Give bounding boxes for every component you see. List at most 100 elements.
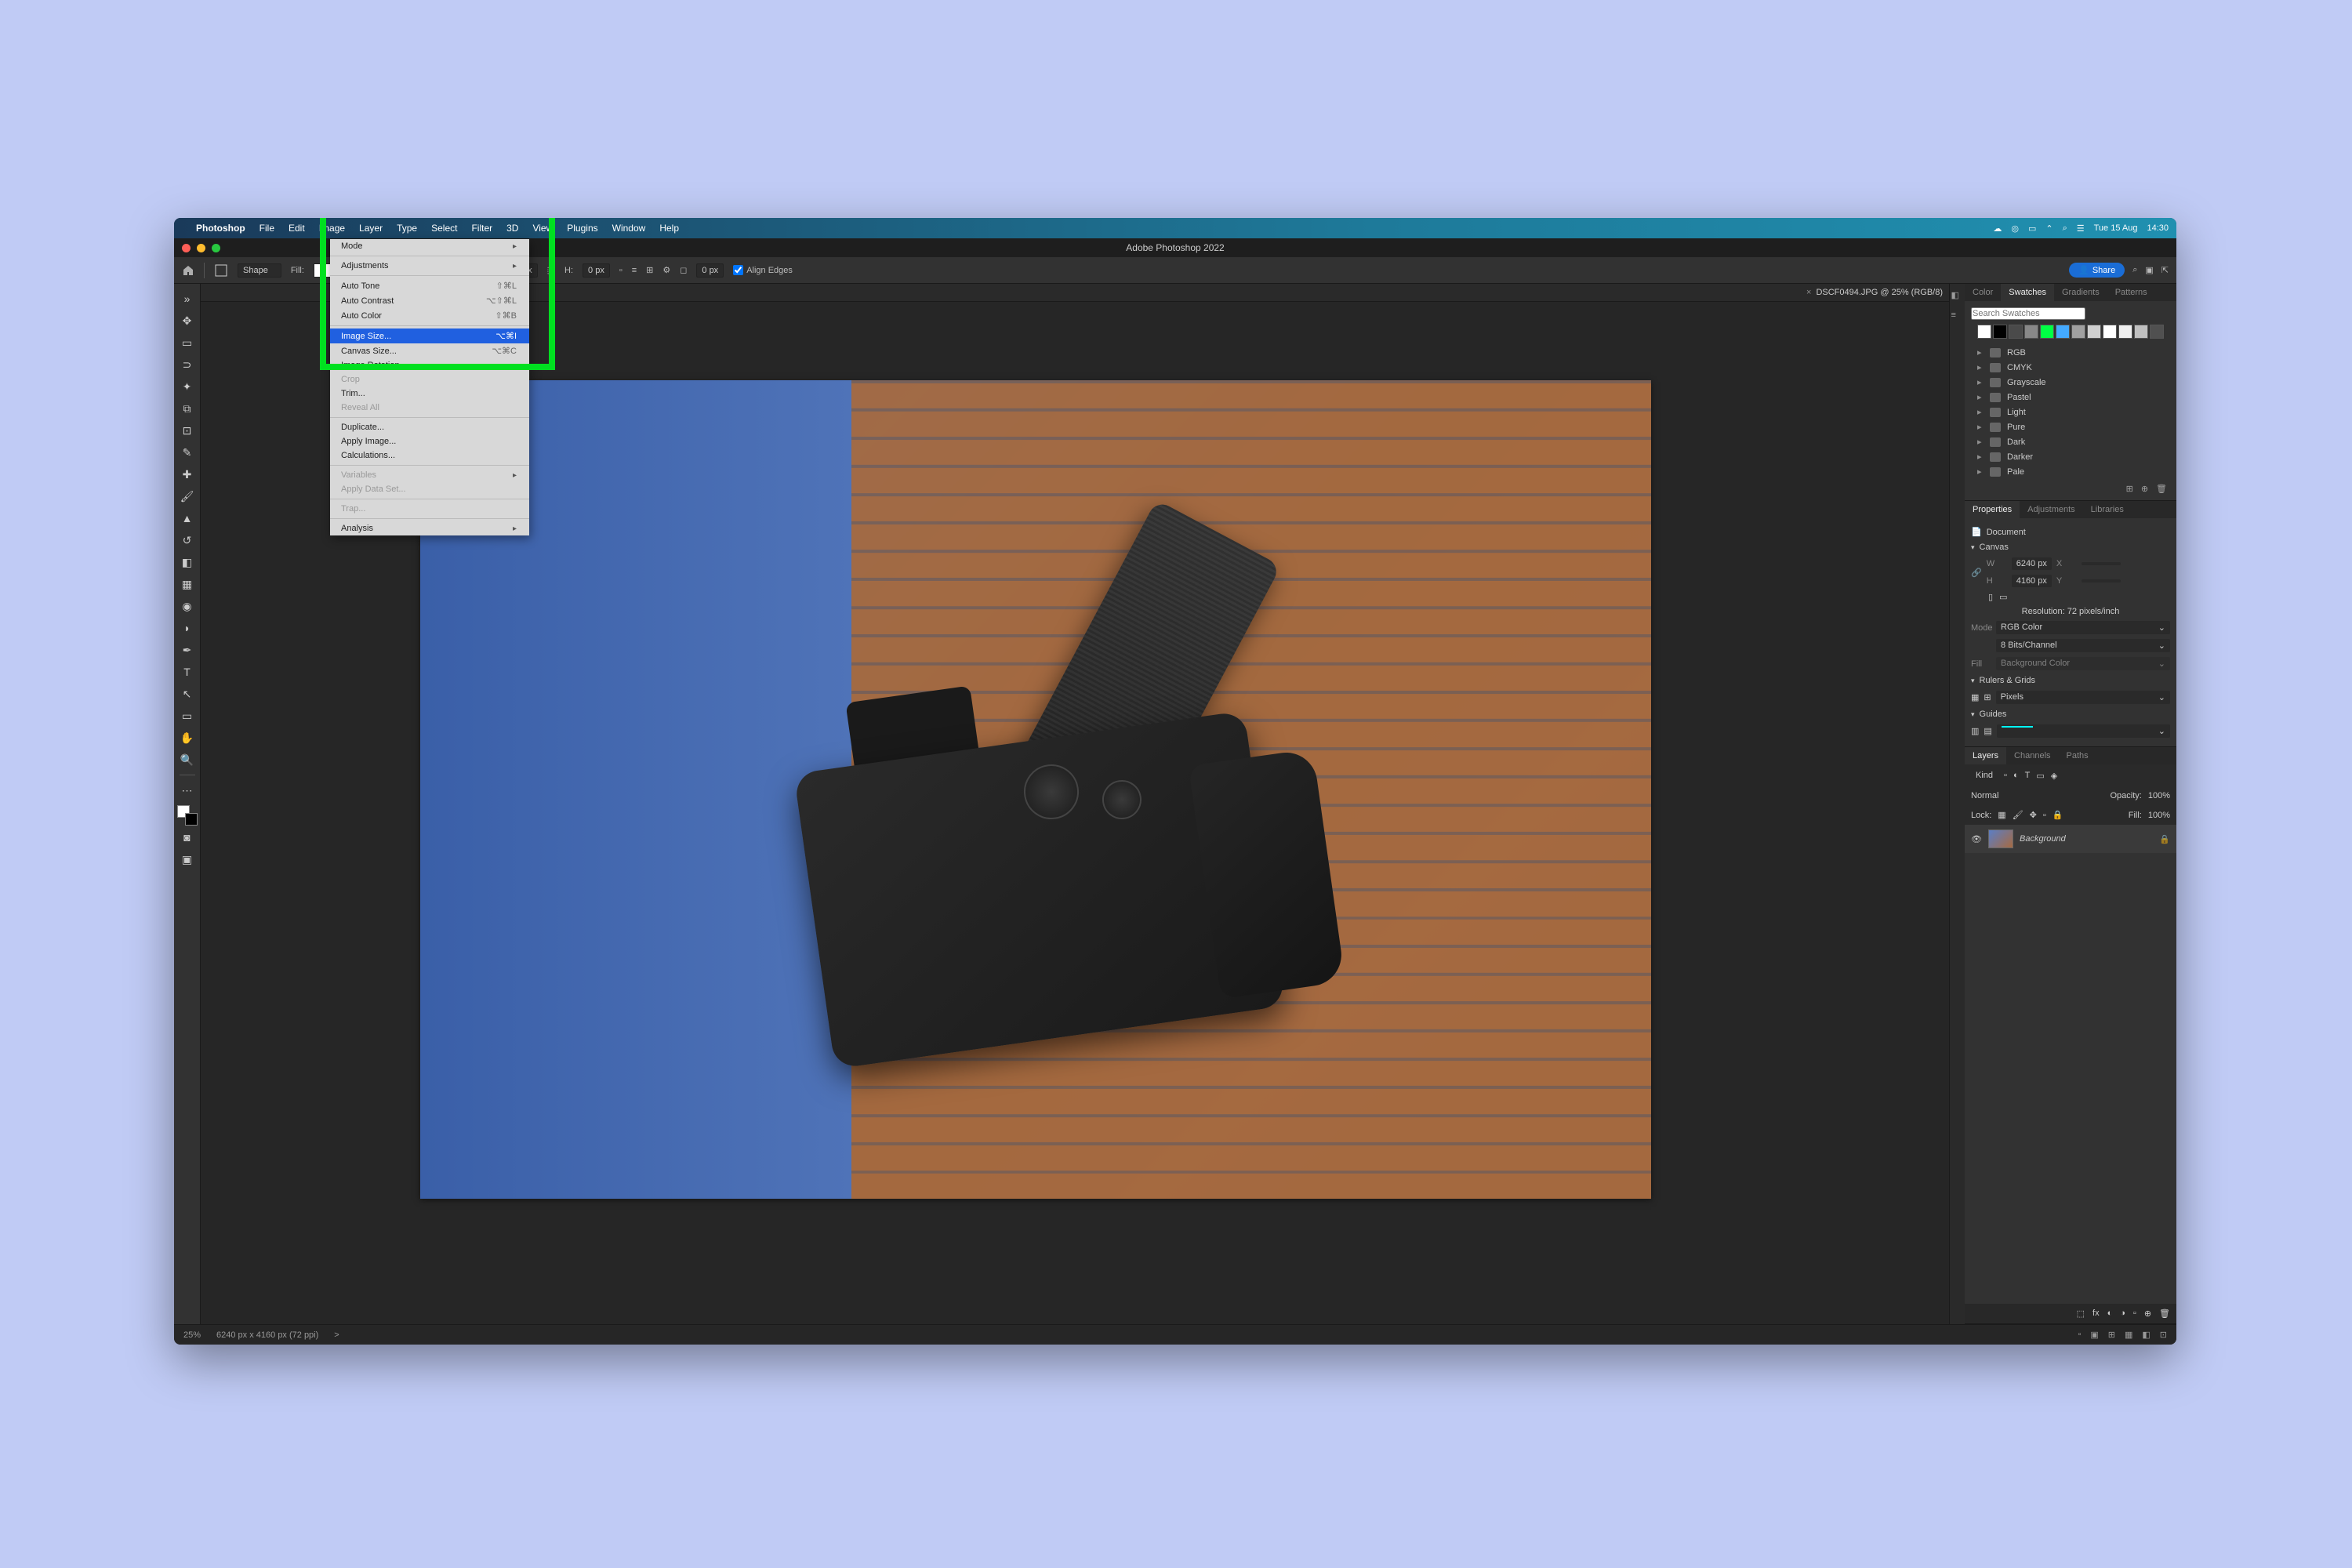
props-mode[interactable]: RGB Color⌄ [1996, 621, 2170, 634]
swatch-folder[interactable]: ▸Darker [1977, 449, 2164, 464]
layer-fill[interactable]: 100% [2148, 811, 2170, 820]
tab-patterns[interactable]: Patterns [2107, 284, 2155, 301]
lock-pos-icon[interactable]: ✥ [2030, 810, 2037, 820]
control-center-icon[interactable]: ☰ [2077, 223, 2085, 234]
shape-tool[interactable]: ▭ [177, 706, 198, 726]
menu-select[interactable]: Select [431, 223, 457, 234]
status-icon-3[interactable]: ⊞ [2108, 1330, 2115, 1340]
type-tool[interactable]: T [177, 662, 198, 682]
swatch[interactable] [2087, 325, 2101, 339]
props-canvas-section[interactable]: Canvas [1971, 539, 2170, 555]
tab-properties[interactable]: Properties [1965, 501, 2020, 518]
layers-mask-icon[interactable]: ◐ [2107, 1308, 2113, 1319]
swatch[interactable] [1993, 325, 2007, 339]
expand-tools-icon[interactable]: » [177, 289, 198, 309]
history-brush-tool[interactable]: ↺ [177, 530, 198, 550]
swatch[interactable] [2118, 325, 2132, 339]
align-icon[interactable]: ≡ [632, 266, 637, 275]
layers-adj-icon[interactable]: ◑ [2120, 1308, 2125, 1319]
swatch[interactable] [2040, 325, 2054, 339]
swatch[interactable] [2024, 325, 2038, 339]
swatch[interactable] [1977, 325, 1991, 339]
swatch[interactable] [2150, 325, 2164, 339]
menu-item-auto-contrast[interactable]: Auto Contrast⌥⇧⌘L [330, 293, 529, 308]
swatch-folder[interactable]: ▸Grayscale [1977, 375, 2164, 390]
pathops-icon[interactable]: ▫ [619, 266, 622, 275]
status-icon-1[interactable]: ▫ [2078, 1330, 2081, 1340]
menu-item-adjustments[interactable]: Adjustments [330, 259, 529, 273]
tab-gradients[interactable]: Gradients [2054, 284, 2107, 301]
status-chevron[interactable]: > [334, 1330, 339, 1340]
menu-item-image-rotation[interactable]: Image Rotation [330, 358, 529, 372]
swatch-new-icon[interactable]: ⊕ [2141, 484, 2148, 494]
quickmask-icon[interactable]: ◙ [177, 827, 198, 848]
menu-item-analysis[interactable]: Analysis [330, 521, 529, 535]
wand-tool[interactable]: ✦ [177, 376, 198, 397]
layers-fx-icon[interactable]: fx [2092, 1308, 2100, 1319]
menu-item-trim[interactable]: Trim... [330, 387, 529, 401]
link-wh-icon[interactable]: ⬚ [547, 265, 555, 275]
props-bits[interactable]: 8 Bits/Channel⌄ [1996, 639, 2170, 652]
menu-help[interactable]: Help [659, 223, 679, 234]
swatch-folder[interactable]: ▸Dark [1977, 434, 2164, 449]
pen-tool[interactable]: ✒ [177, 640, 198, 660]
blur-tool[interactable]: ◉ [177, 596, 198, 616]
swatch-search[interactable] [1971, 307, 2085, 320]
app-name[interactable]: Photoshop [196, 223, 245, 234]
blend-mode[interactable]: Normal [1971, 791, 2104, 800]
guide-icon2[interactable]: ▤ [1984, 726, 1991, 736]
swatch-folder-icon[interactable]: ⊞ [2126, 484, 2133, 494]
orient-landscape[interactable]: ▭ [1999, 592, 2007, 602]
wifi-icon[interactable]: ⌃ [2045, 223, 2053, 234]
dodge-tool[interactable]: ◗ [177, 618, 198, 638]
tab-adjustments[interactable]: Adjustments [2020, 501, 2083, 518]
cc-icon[interactable]: ◎ [2011, 223, 2019, 234]
swatch[interactable] [2134, 325, 2148, 339]
lock-all-icon[interactable]: 🔒 [2053, 810, 2063, 820]
gradient-tool[interactable]: ▦ [177, 574, 198, 594]
swatch-folder[interactable]: ▸Pale [1977, 464, 2164, 479]
align-edges-checkbox[interactable]: Align Edges [733, 265, 793, 275]
swatch-folder[interactable]: ▸Pure [1977, 419, 2164, 434]
menu-edit[interactable]: Edit [289, 223, 305, 234]
height-field[interactable]: 0 px [583, 263, 610, 278]
props-rulers-section[interactable]: Rulers & Grids [1971, 673, 2170, 688]
menu-item-calculations[interactable]: Calculations... [330, 448, 529, 463]
share-button[interactable]: 👤Share [2069, 263, 2125, 278]
close-tab-icon[interactable]: × [1806, 288, 1811, 297]
tab-swatches[interactable]: Swatches [2001, 284, 2054, 301]
guide-color[interactable]: ⌄ [1997, 724, 2170, 738]
lock-nest-icon[interactable]: ▫ [2043, 811, 2046, 820]
menu-window[interactable]: Window [612, 223, 646, 234]
menubar-date[interactable]: Tue 15 Aug [2094, 223, 2138, 233]
layer-opacity[interactable]: 100% [2148, 791, 2170, 800]
swatch-trash-icon[interactable]: 🗑 [2156, 484, 2167, 494]
layer-name[interactable]: Background [2020, 834, 2066, 844]
status-icon-5[interactable]: ◧ [2142, 1330, 2150, 1340]
traffic-zoom[interactable] [212, 244, 220, 252]
swatch[interactable] [2071, 325, 2085, 339]
path-tool[interactable]: ↖ [177, 684, 198, 704]
filter-icon-3[interactable]: T [2025, 771, 2031, 780]
stamp-tool[interactable]: ▲ [177, 508, 198, 528]
layer-visibility-icon[interactable]: 👁 [1971, 834, 1982, 844]
layer-lock-icon[interactable]: 🔒 [2159, 834, 2170, 844]
menubar-time[interactable]: 14:30 [2147, 223, 2169, 233]
filter-icon-2[interactable]: ◐ [2013, 771, 2019, 780]
status-dims[interactable]: 6240 px x 4160 px (72 ppi) [216, 1330, 318, 1340]
layer-thumbnail[interactable] [1988, 829, 2013, 848]
rect-tool-icon[interactable] [214, 263, 228, 278]
radius-field[interactable]: 0 px [696, 263, 724, 278]
eraser-tool[interactable]: ◧ [177, 552, 198, 572]
menu-item-canvas-size[interactable]: Canvas Size...⌥⌘C [330, 343, 529, 358]
arrange-icon[interactable]: ⊞ [646, 265, 653, 275]
corner-icon[interactable]: ◻ [680, 265, 687, 275]
menu-file[interactable]: File [260, 223, 274, 234]
menu-3d[interactable]: 3D [506, 223, 518, 234]
marquee-tool[interactable]: ▭ [177, 332, 198, 353]
crop-tool[interactable]: ⧉ [177, 398, 198, 419]
menu-item-image-size[interactable]: Image Size...⌥⌘I [330, 328, 529, 343]
menu-plugins[interactable]: Plugins [567, 223, 597, 234]
lasso-tool[interactable]: ⊃ [177, 354, 198, 375]
menu-item-auto-color[interactable]: Auto Color⇧⌘B [330, 308, 529, 323]
